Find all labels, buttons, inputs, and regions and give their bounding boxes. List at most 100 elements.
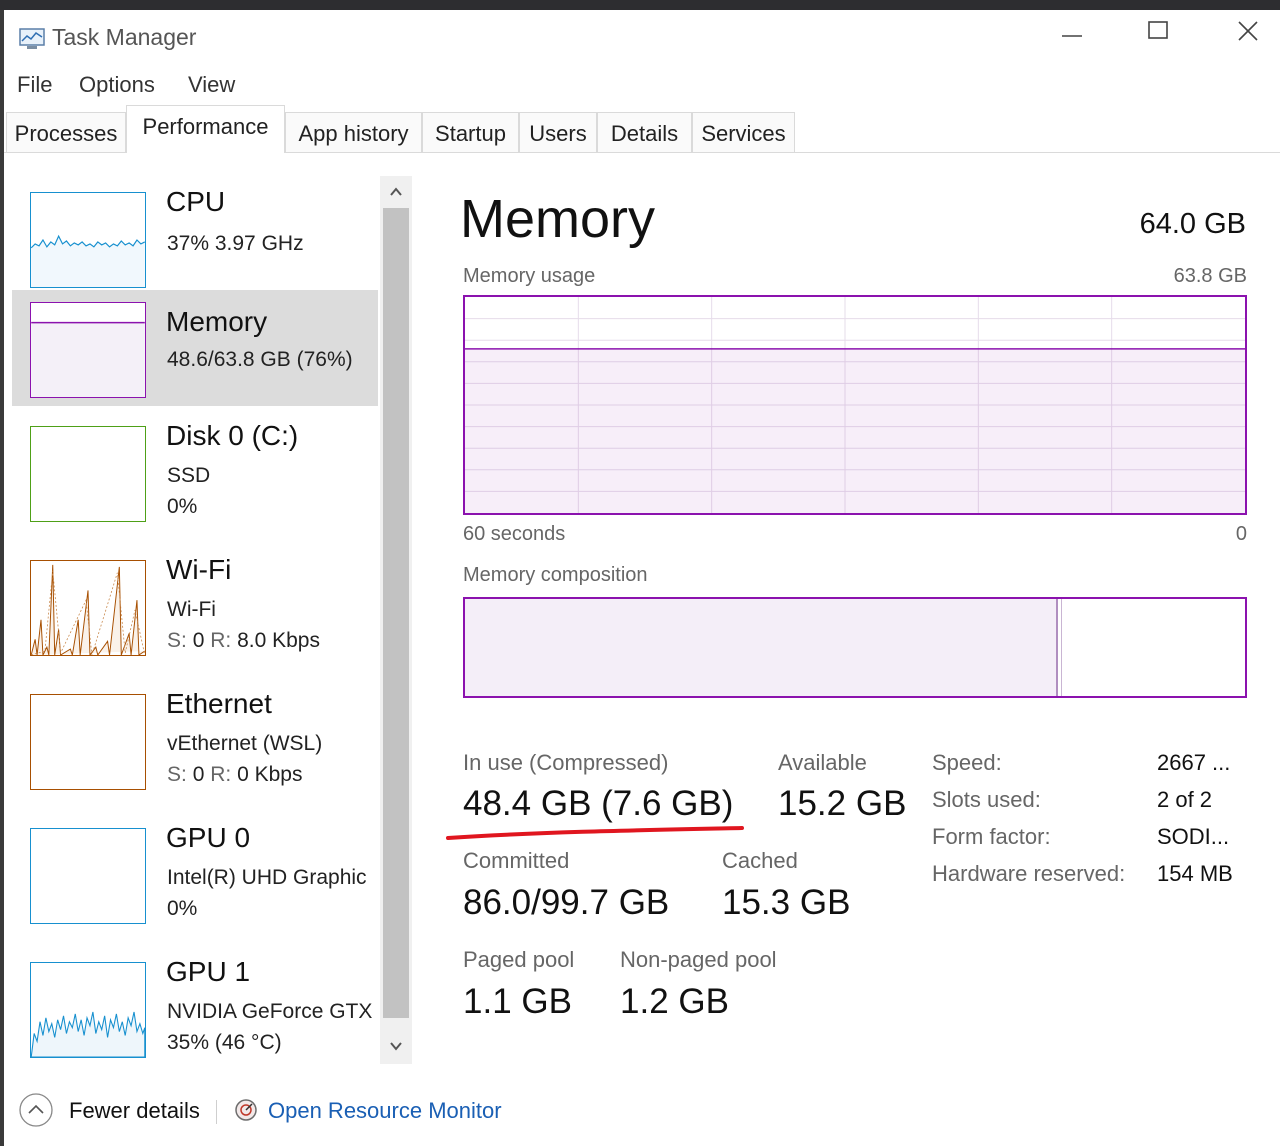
gpu0-thumbnail-graph: [30, 828, 146, 924]
chevron-down-icon: [390, 1042, 402, 1051]
scroll-down-button[interactable]: [380, 1032, 412, 1062]
cached-label: Cached: [722, 848, 798, 873]
menu-bar: File Options View: [4, 66, 1280, 104]
form-factor-label: Form factor:: [932, 824, 1051, 849]
sidebar-item-memory[interactable]: Memory 48.6/63.8 GB (76%): [12, 290, 378, 406]
speed-value: 2667 ...: [1157, 750, 1231, 775]
scroll-up-button[interactable]: [380, 176, 412, 206]
screen-top-edge: [0, 0, 1280, 10]
gpu1-title: GPU 1: [166, 956, 251, 987]
minimize-icon: [1062, 35, 1082, 37]
tab-services[interactable]: Services: [692, 112, 795, 152]
paged-pool-label: Paged pool: [463, 947, 575, 972]
available-label: Available: [778, 750, 867, 775]
tab-strip: Processes Performance App history Startu…: [4, 104, 1280, 153]
sidebar-item-wifi[interactable]: Wi-Fi Wi-Fi S: 0 R: 8.0 Kbps: [12, 548, 378, 664]
tab-app-history[interactable]: App history: [285, 112, 422, 152]
slots-used-label: Slots used:: [932, 787, 1041, 812]
disk-usage: 0%: [167, 495, 198, 518]
in-use-label: In use (Compressed): [463, 750, 669, 775]
cached-value: 15.3 GB: [722, 883, 851, 922]
scroll-thumb[interactable]: [383, 208, 409, 1018]
ethernet-send-value: 0: [192, 763, 205, 786]
tab-processes[interactable]: Processes: [6, 112, 126, 152]
fewer-details-link[interactable]: Fewer details: [69, 1098, 200, 1124]
ethernet-adapter: vEthernet (WSL): [167, 732, 323, 755]
memory-usage-label: Memory usage: [463, 265, 596, 287]
sidebar-item-cpu[interactable]: CPU 37% 3.97 GHz: [12, 180, 378, 296]
fewer-details-button[interactable]: [18, 1092, 54, 1128]
speed-label: Speed:: [932, 750, 1002, 775]
gpu1-thumbnail-graph: [30, 962, 146, 1058]
committed-value: 86.0/99.7 GB: [463, 883, 670, 922]
form-factor-value: SODI...: [1157, 824, 1230, 849]
wifi-adapter: Wi-Fi: [167, 598, 216, 621]
open-resource-monitor-link[interactable]: Open Resource Monitor: [268, 1098, 502, 1124]
ethernet-thumbnail-graph: [30, 694, 146, 790]
graph-axis-right: 0: [1235, 523, 1247, 545]
tab-details[interactable]: Details: [597, 112, 692, 152]
sidebar-item-gpu0[interactable]: GPU 0 Intel(R) UHD Graphic 0%: [12, 816, 378, 932]
performance-sidebar: CPU 37% 3.97 GHz Memory 48.6/63.8 GB (76…: [4, 152, 380, 1064]
cpu-title: CPU: [166, 186, 226, 217]
wifi-title: Wi-Fi: [166, 554, 232, 585]
memory-usage-max: 63.8 GB: [1173, 265, 1247, 287]
memory-title: Memory: [166, 306, 268, 337]
minimize-button[interactable]: [1042, 20, 1102, 60]
title-bar[interactable]: Task Manager: [4, 10, 1280, 66]
committed-label: Committed: [463, 848, 570, 873]
task-manager-icon: [19, 28, 45, 49]
composition-in-use: [465, 599, 1058, 696]
page-title: Memory: [460, 189, 656, 249]
gpu0-name: Intel(R) UHD Graphic: [167, 866, 367, 889]
graph-axis-left: 60 seconds: [463, 523, 566, 545]
wifi-throughput: S: 0 R: 8.0 Kbps: [167, 629, 320, 653]
maximize-button[interactable]: [1128, 20, 1188, 60]
wifi-send-label: S:: [167, 629, 187, 652]
tab-performance[interactable]: Performance: [126, 105, 285, 153]
cpu-thumbnail-graph: [30, 192, 146, 288]
tab-startup[interactable]: Startup: [422, 112, 519, 152]
red-underline-annotation: [446, 826, 744, 840]
menu-options[interactable]: Options: [79, 72, 155, 98]
gpu0-title: GPU 0: [166, 822, 251, 853]
sidebar-item-disk[interactable]: Disk 0 (C:) SSD 0%: [12, 414, 378, 530]
sidebar-scrollbar[interactable]: [380, 176, 412, 1064]
tab-users[interactable]: Users: [519, 112, 597, 152]
memory-usage-fill: [465, 348, 1245, 513]
footer-divider: [216, 1100, 217, 1124]
memory-total: 64.0 GB: [1139, 208, 1246, 240]
wifi-receive-label: R:: [210, 629, 232, 652]
ethernet-send-label: S:: [167, 763, 187, 786]
memory-composition-bar: [463, 597, 1247, 698]
wifi-send-value: 0: [192, 629, 205, 652]
menu-view[interactable]: View: [188, 72, 235, 98]
chevron-up-icon: [390, 187, 402, 196]
close-icon: [1238, 21, 1258, 41]
sidebar-item-gpu1[interactable]: GPU 1 NVIDIA GeForce GTX 35% (46 °C): [12, 950, 378, 1064]
gpu0-usage: 0%: [167, 897, 198, 920]
available-value: 15.2 GB: [778, 784, 907, 823]
memory-thumbnail-graph: [30, 302, 146, 398]
memory-composition-label: Memory composition: [463, 564, 648, 586]
hardware-reserved-value: 154 MB: [1157, 861, 1233, 886]
disk-type: SSD: [167, 464, 211, 487]
cpu-usage: 37% 3.97 GHz: [167, 232, 304, 255]
memory-usage: 48.6/63.8 GB (76%): [167, 348, 353, 371]
disk-title: Disk 0 (C:): [166, 420, 299, 451]
slots-used-value: 2 of 2: [1157, 787, 1213, 812]
ethernet-receive-label: R:: [210, 763, 232, 786]
disk-thumbnail-graph: [30, 426, 146, 522]
sidebar-item-ethernet[interactable]: Ethernet vEthernet (WSL) S: 0 R: 0 Kbps: [12, 682, 378, 798]
memory-usage-graph: [463, 295, 1247, 515]
paged-pool-value: 1.1 GB: [463, 982, 572, 1021]
gpu1-name: NVIDIA GeForce GTX: [167, 1000, 373, 1023]
ethernet-title: Ethernet: [166, 688, 272, 719]
ethernet-throughput: S: 0 R: 0 Kbps: [167, 763, 302, 787]
menu-file[interactable]: File: [17, 72, 52, 98]
wifi-receive-value: 8.0 Kbps: [237, 629, 320, 652]
close-button[interactable]: [1218, 20, 1278, 60]
footer-bar: Fewer details Open Resource Monitor: [4, 1078, 1280, 1146]
wifi-thumbnail-graph: [30, 560, 146, 656]
window-title: Task Manager: [52, 24, 197, 50]
